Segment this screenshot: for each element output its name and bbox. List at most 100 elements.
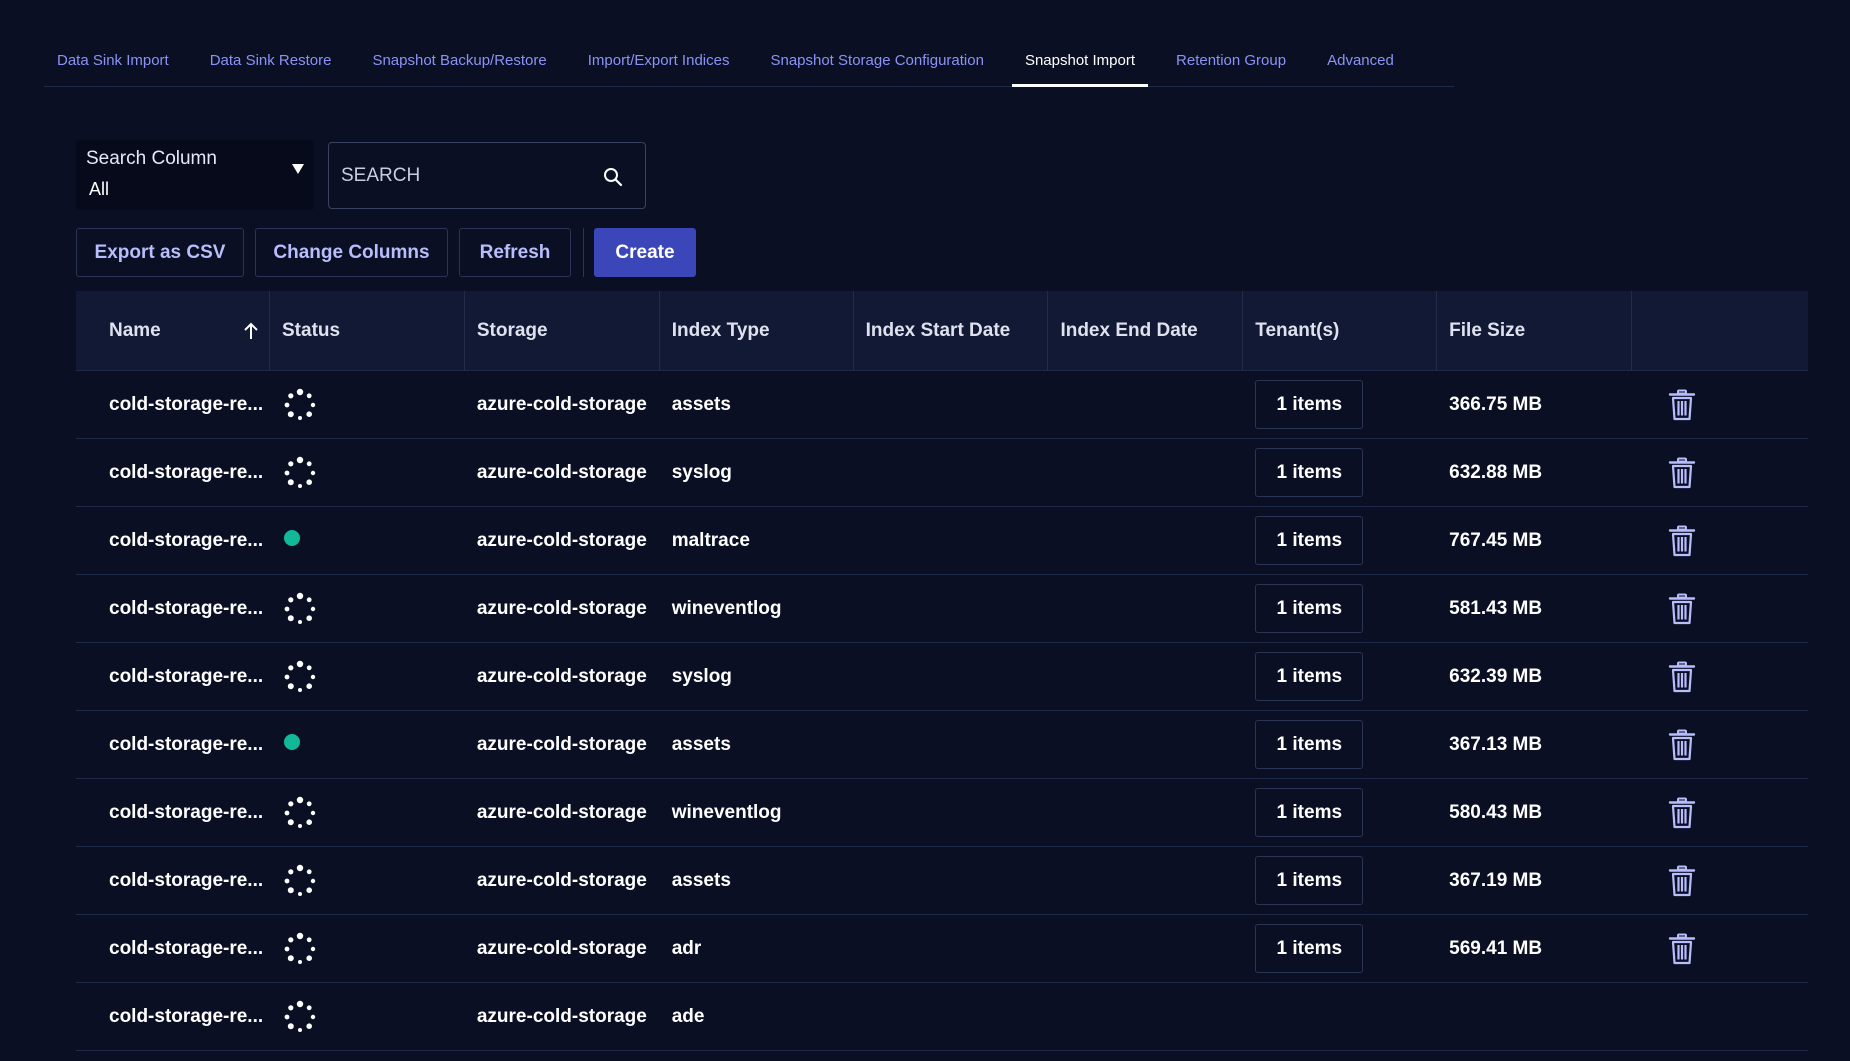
tenants-items-button[interactable]: 1 items bbox=[1255, 652, 1364, 701]
cell-index-type: maltrace bbox=[671, 529, 750, 551]
column-header-actions[interactable] bbox=[1632, 291, 1808, 370]
cell-storage: azure-cold-storage bbox=[476, 733, 647, 755]
cell-index-type: wineventlog bbox=[671, 597, 782, 619]
table-row[interactable]: cold-storage-re... azure-cold-storage asse… bbox=[76, 371, 1808, 439]
table-row[interactable]: cold-storage-re... azure-cold-storage wine… bbox=[76, 575, 1808, 643]
column-header-file-size[interactable]: File Size bbox=[1437, 291, 1633, 370]
cell-name[interactable]: cold-storage-re... bbox=[76, 530, 270, 552]
column-header-index-end-date[interactable]: Index End Date bbox=[1048, 291, 1244, 370]
create-button[interactable]: Create bbox=[594, 228, 696, 277]
tab-retention-group[interactable]: Retention Group bbox=[1163, 40, 1299, 86]
trash-icon[interactable] bbox=[1668, 661, 1696, 693]
cell-actions bbox=[1632, 661, 1808, 693]
cell-index-type: assets bbox=[671, 393, 731, 415]
table-row[interactable]: cold-storage-re... azure-cold-storage adr 1… bbox=[76, 915, 1808, 983]
tenants-items-button[interactable]: 1 items bbox=[1255, 924, 1364, 973]
tenants-items-button[interactable]: 1 items bbox=[1255, 584, 1364, 633]
table-row[interactable]: cold-storage-re... azure-cold-storage malt… bbox=[76, 507, 1808, 575]
tab-snapshot-storage-configuration[interactable]: Snapshot Storage Configuration bbox=[757, 40, 996, 86]
spinner-icon bbox=[284, 932, 316, 964]
trash-icon[interactable] bbox=[1668, 457, 1696, 489]
trash-icon[interactable] bbox=[1668, 933, 1696, 965]
trash-icon[interactable] bbox=[1668, 389, 1696, 421]
status-dot-icon bbox=[284, 529, 300, 546]
cell-name[interactable]: cold-storage-re... bbox=[76, 802, 270, 824]
cell-actions bbox=[1632, 797, 1808, 829]
refresh-button[interactable]: Refresh bbox=[459, 228, 571, 277]
column-header-tenant-s[interactable]: Tenant(s) bbox=[1243, 291, 1438, 370]
column-header-label: Storage bbox=[476, 319, 548, 341]
table-row[interactable]: cold-storage-re... azure-cold-storage ade bbox=[76, 983, 1808, 1051]
trash-icon[interactable] bbox=[1668, 525, 1696, 557]
tab-data-sink-import[interactable]: Data Sink Import bbox=[44, 40, 182, 86]
export-csv-button[interactable]: Export as CSV bbox=[76, 228, 244, 277]
search-column-select[interactable]: Search Column All bbox=[76, 140, 314, 210]
trash-icon[interactable] bbox=[1668, 729, 1696, 761]
cell-name[interactable]: cold-storage-re... bbox=[76, 462, 270, 484]
column-header-label: Status bbox=[282, 319, 341, 341]
spinner-icon bbox=[284, 388, 316, 420]
tenants-items-button[interactable]: 1 items bbox=[1255, 720, 1364, 769]
toolbar-divider bbox=[583, 228, 584, 277]
column-header-status[interactable]: Status bbox=[270, 291, 465, 370]
cell-name[interactable]: cold-storage-re... bbox=[76, 938, 270, 960]
cell-storage: azure-cold-storage bbox=[476, 869, 647, 891]
search-input[interactable] bbox=[339, 159, 593, 193]
cell-storage: azure-cold-storage bbox=[476, 393, 647, 415]
column-header-label: Index End Date bbox=[1060, 319, 1198, 341]
tab-import-export-indices[interactable]: Import/Export Indices bbox=[575, 40, 743, 86]
cell-file-size: 581.43 MB bbox=[1449, 597, 1543, 619]
cell-index-type: syslog bbox=[671, 461, 732, 483]
cell-file-size: 569.41 MB bbox=[1449, 937, 1543, 959]
cell-index-type: wineventlog bbox=[671, 801, 782, 823]
table-row[interactable]: cold-storage-re... azure-cold-storage sysl… bbox=[76, 643, 1808, 711]
cell-actions bbox=[1632, 933, 1808, 965]
tab-snapshot-import[interactable]: Snapshot Import bbox=[1011, 40, 1149, 87]
column-header-label: Index Start Date bbox=[865, 319, 1011, 341]
cell-storage: azure-cold-storage bbox=[476, 801, 647, 823]
tenants-items-button[interactable]: 1 items bbox=[1255, 380, 1364, 429]
search-icon[interactable] bbox=[603, 167, 623, 187]
spinner-icon bbox=[284, 1000, 316, 1032]
table-row[interactable]: cold-storage-re... azure-cold-storage sysl… bbox=[76, 439, 1808, 507]
cell-file-size: 632.88 MB bbox=[1449, 461, 1543, 483]
column-header-name[interactable]: Name bbox=[76, 291, 270, 370]
table-row[interactable]: cold-storage-re... azure-cold-storage asse… bbox=[76, 847, 1808, 915]
spinner-icon bbox=[284, 796, 316, 828]
cell-file-size: 367.19 MB bbox=[1449, 869, 1543, 891]
cell-file-size: 367.13 MB bbox=[1449, 733, 1543, 755]
tab-advanced[interactable]: Advanced bbox=[1314, 40, 1407, 86]
trash-icon[interactable] bbox=[1668, 797, 1696, 829]
cell-actions bbox=[1632, 865, 1808, 897]
cell-name[interactable]: cold-storage-re... bbox=[76, 666, 270, 688]
search-column-label: Search Column bbox=[86, 148, 217, 169]
change-columns-button[interactable]: Change Columns bbox=[255, 228, 448, 277]
column-header-storage[interactable]: Storage bbox=[465, 291, 660, 370]
cell-name[interactable]: cold-storage-re... bbox=[76, 870, 270, 892]
cell-name[interactable]: cold-storage-re... bbox=[76, 598, 270, 620]
tab-snapshot-backup-restore[interactable]: Snapshot Backup/Restore bbox=[359, 40, 559, 86]
column-header-index-start-date[interactable]: Index Start Date bbox=[854, 291, 1049, 370]
trash-icon[interactable] bbox=[1668, 593, 1696, 625]
tenants-items-button[interactable]: 1 items bbox=[1255, 516, 1364, 565]
tenants-items-button[interactable]: 1 items bbox=[1255, 856, 1364, 905]
cell-name[interactable]: cold-storage-re... bbox=[76, 394, 270, 416]
spinner-icon bbox=[284, 592, 316, 624]
tenants-items-button[interactable]: 1 items bbox=[1255, 788, 1364, 837]
cell-storage: azure-cold-storage bbox=[476, 529, 647, 551]
table-row[interactable]: cold-storage-re... azure-cold-storage asse… bbox=[76, 711, 1808, 779]
cell-status bbox=[270, 591, 465, 627]
cell-storage: azure-cold-storage bbox=[476, 1005, 647, 1027]
cell-file-size: 580.43 MB bbox=[1449, 801, 1543, 823]
cell-name[interactable]: cold-storage-re... bbox=[76, 734, 270, 756]
cell-storage: azure-cold-storage bbox=[476, 461, 647, 483]
tenants-items-button[interactable]: 1 items bbox=[1255, 448, 1364, 497]
tab-data-sink-restore[interactable]: Data Sink Restore bbox=[197, 40, 345, 86]
arrow-up-icon[interactable] bbox=[243, 321, 259, 341]
trash-icon[interactable] bbox=[1668, 865, 1696, 897]
cell-index-type: assets bbox=[671, 733, 731, 755]
column-header-index-type[interactable]: Index Type bbox=[660, 291, 854, 370]
cell-name[interactable]: cold-storage-re... bbox=[76, 1006, 270, 1028]
table-row[interactable]: cold-storage-re... azure-cold-storage wine… bbox=[76, 779, 1808, 847]
cell-tenants: 1 items bbox=[1243, 652, 1437, 701]
